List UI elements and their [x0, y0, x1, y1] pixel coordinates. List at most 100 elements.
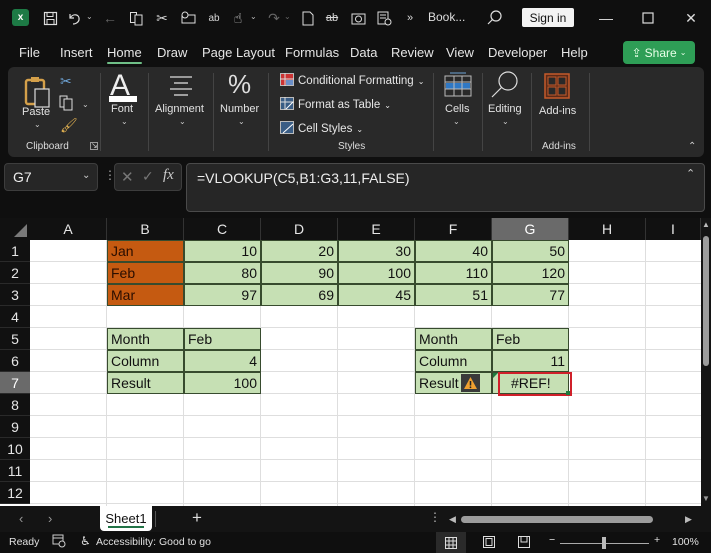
sheet-tab-sheet1[interactable]: Sheet1	[100, 506, 152, 531]
tab-split-handle-icon[interactable]: ⋮	[429, 510, 441, 524]
accessibility-icon[interactable]: ♿︎	[80, 534, 91, 548]
cell-C7[interactable]: 100	[184, 372, 261, 394]
cut-icon[interactable]: ✂	[152, 8, 172, 28]
cell-B2[interactable]: Feb	[107, 262, 184, 284]
number-dropdown-icon[interactable]: ⌄	[238, 117, 245, 126]
vertical-scroll-thumb[interactable]	[703, 236, 709, 366]
format-painter-icon[interactable]: 🖌	[60, 117, 78, 134]
maximize-button[interactable]	[636, 7, 660, 29]
cell-G6[interactable]: 11	[492, 350, 569, 372]
row-header-4[interactable]: 4	[0, 306, 30, 328]
tab-review[interactable]: Review	[391, 45, 434, 60]
cell-B3[interactable]: Mar	[107, 284, 184, 306]
row-header-3[interactable]: 3	[0, 284, 30, 306]
cell-C3[interactable]: 97	[184, 284, 261, 306]
form-icon[interactable]	[374, 8, 394, 28]
font-button[interactable]: Font	[111, 103, 133, 115]
formula-input[interactable]: =VLOOKUP(C5,B1:G3,11,FALSE)	[186, 163, 705, 212]
column-header-B[interactable]: B	[107, 218, 184, 240]
tab-help[interactable]: Help	[561, 45, 588, 60]
scroll-down-icon[interactable]: ▼	[702, 494, 710, 503]
tab-formulas[interactable]: Formulas	[285, 45, 339, 60]
insert-function-icon[interactable]: fx	[163, 167, 174, 184]
page-layout-view-icon[interactable]	[483, 536, 495, 551]
row-header-11[interactable]: 11	[0, 460, 30, 482]
copy-dropdown-icon[interactable]: ⌄	[82, 100, 89, 109]
back-icon[interactable]: ←	[100, 8, 120, 28]
normal-view-button[interactable]	[436, 532, 466, 553]
cell-E1[interactable]: 30	[338, 240, 415, 262]
format-as-table-button[interactable]: Format as Table ⌄	[280, 97, 391, 113]
paste-icon[interactable]	[24, 75, 52, 109]
macro-recording-icon[interactable]	[52, 534, 66, 551]
zoom-out-button[interactable]: −	[549, 534, 555, 546]
cell-B5[interactable]: Month	[107, 328, 184, 350]
zoom-in-button[interactable]: +	[654, 534, 660, 546]
accessibility-status[interactable]: Accessibility: Good to go	[96, 536, 211, 548]
save-icon[interactable]	[40, 8, 60, 28]
more-commands-icon[interactable]: »	[400, 8, 420, 28]
redo-dropdown-icon[interactable]: ⌄	[284, 12, 291, 21]
column-header-H[interactable]: H	[569, 218, 646, 240]
font-dropdown-icon[interactable]: ⌄	[121, 117, 128, 126]
row-header-10[interactable]: 10	[0, 438, 30, 460]
dialog-launcher-icon[interactable]: ↘	[90, 142, 98, 150]
collapse-ribbon-icon[interactable]: ⌃	[688, 141, 696, 152]
tab-draw[interactable]: Draw	[157, 45, 187, 60]
tab-view[interactable]: View	[446, 45, 474, 60]
column-header-I[interactable]: I	[646, 218, 701, 240]
undo-dropdown-icon[interactable]: ⌄	[86, 12, 93, 21]
cell-F2[interactable]: 110	[415, 262, 492, 284]
alignment-button[interactable]: Alignment	[155, 103, 204, 115]
error-warning-button[interactable]	[461, 374, 480, 392]
cell-G5[interactable]: Feb	[492, 328, 569, 350]
column-header-C[interactable]: C	[184, 218, 261, 240]
cells-dropdown-icon[interactable]: ⌄	[453, 117, 460, 126]
strikethrough-icon[interactable]: ab	[322, 8, 342, 28]
touch-dropdown-icon[interactable]: ⌄	[250, 12, 257, 21]
paste-button[interactable]: Paste	[22, 106, 50, 118]
row-header-8[interactable]: 8	[0, 394, 30, 416]
spelling-icon[interactable]: ab	[204, 8, 224, 28]
cell-D3[interactable]: 69	[261, 284, 338, 306]
sign-in-button[interactable]: Sign in	[522, 8, 574, 27]
zoom-slider-thumb[interactable]	[602, 537, 606, 549]
cell-D2[interactable]: 90	[261, 262, 338, 284]
horizontal-scroll-thumb[interactable]	[461, 516, 653, 523]
cell-B1[interactable]: Jan	[107, 240, 184, 262]
editing-dropdown-icon[interactable]: ⌄	[502, 117, 509, 126]
scroll-left-icon[interactable]: ◀	[449, 514, 456, 525]
paste-dropdown-icon[interactable]: ⌄	[34, 120, 41, 129]
row-header-6[interactable]: 6	[0, 350, 30, 372]
cell-C5[interactable]: Feb	[184, 328, 261, 350]
cut-icon[interactable]: ✂	[60, 73, 72, 90]
cells-icon[interactable]	[444, 71, 472, 102]
tab-developer[interactable]: Developer	[488, 45, 547, 60]
name-box-dropdown-icon[interactable]: ⌄	[82, 170, 90, 181]
enter-icon[interactable]: ✓	[142, 168, 154, 185]
new-file-icon[interactable]	[298, 8, 318, 28]
cell-G2[interactable]: 120	[492, 262, 569, 284]
row-header-7[interactable]: 7	[0, 372, 30, 394]
cell-G3[interactable]: 77	[492, 284, 569, 306]
copy-icon[interactable]	[126, 8, 146, 28]
column-header-A[interactable]: A	[30, 218, 107, 240]
cell-C1[interactable]: 10	[184, 240, 261, 262]
add-sheet-button[interactable]: +	[192, 508, 202, 528]
cell-styles-button[interactable]: Cell Styles ⌄	[280, 121, 363, 137]
search-icon[interactable]	[484, 7, 506, 29]
row-header-9[interactable]: 9	[0, 416, 30, 438]
collapse-formula-bar-icon[interactable]: ⌃	[686, 167, 695, 180]
row-header-1[interactable]: 1	[0, 240, 30, 262]
cell-F3[interactable]: 51	[415, 284, 492, 306]
alignment-icon[interactable]	[168, 75, 194, 102]
share-button[interactable]: ⇪ Share ⌄	[623, 41, 695, 64]
conditional-formatting-button[interactable]: Conditional Formatting ⌄	[280, 73, 424, 89]
camera-icon[interactable]	[348, 8, 368, 28]
minimize-button[interactable]: —	[594, 7, 618, 29]
zoom-level[interactable]: 100%	[672, 536, 699, 548]
tab-home[interactable]: Home	[107, 45, 142, 64]
addins-icon[interactable]	[544, 73, 570, 104]
cell-F7[interactable]: Result	[415, 372, 492, 394]
cell-F6[interactable]: Column	[415, 350, 492, 372]
